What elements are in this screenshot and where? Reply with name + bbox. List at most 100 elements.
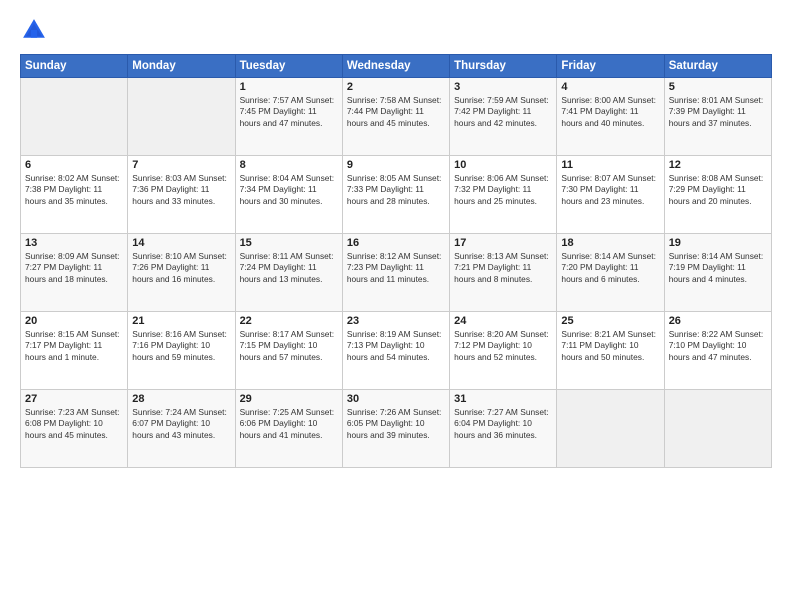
- calendar-cell: [128, 78, 235, 156]
- day-number: 1: [240, 81, 338, 93]
- cell-info: Sunrise: 8:13 AM Sunset: 7:21 PM Dayligh…: [454, 251, 552, 285]
- day-number: 12: [669, 159, 767, 171]
- cell-info: Sunrise: 8:14 AM Sunset: 7:20 PM Dayligh…: [561, 251, 659, 285]
- calendar-cell: 25Sunrise: 8:21 AM Sunset: 7:11 PM Dayli…: [557, 312, 664, 390]
- cell-info: Sunrise: 8:01 AM Sunset: 7:39 PM Dayligh…: [669, 95, 767, 129]
- calendar-cell: [557, 390, 664, 468]
- day-number: 24: [454, 315, 552, 327]
- cell-info: Sunrise: 8:19 AM Sunset: 7:13 PM Dayligh…: [347, 329, 445, 363]
- cell-info: Sunrise: 8:08 AM Sunset: 7:29 PM Dayligh…: [669, 173, 767, 207]
- calendar-cell: 13 Sunrise: 8:09 AM Sunset: 7:27 PM Dayli…: [21, 234, 128, 312]
- day-number: 5: [669, 81, 767, 93]
- calendar-cell: 6Sunrise: 8:02 AM Sunset: 7:38 PM Daylig…: [21, 156, 128, 234]
- day-number: 25: [561, 315, 659, 327]
- day-number: 21: [132, 315, 230, 327]
- calendar-cell: 10Sunrise: 8:06 AM Sunset: 7:32 PM Dayli…: [450, 156, 557, 234]
- cell-info: Sunrise: 7:57 AM Sunset: 7:45 PM Dayligh…: [240, 95, 338, 129]
- cell-info: Sunrise: 7:23 AM Sunset: 6:08 PM Dayligh…: [25, 407, 123, 441]
- cell-info: Sunrise: 7:58 AM Sunset: 7:44 PM Dayligh…: [347, 95, 445, 129]
- cell-info: Sunrise: 8:09 AM Sunset: 7:27 PM Dayligh…: [25, 251, 123, 285]
- cell-info: Sunrise: 8:00 AM Sunset: 7:41 PM Dayligh…: [561, 95, 659, 129]
- calendar-cell: 17 Sunrise: 8:13 AM Sunset: 7:21 PM Dayli…: [450, 234, 557, 312]
- day-number: 10: [454, 159, 552, 171]
- cell-info: Sunrise: 8:10 AM Sunset: 7:26 PM Dayligh…: [132, 251, 230, 285]
- day-number: 31: [454, 393, 552, 405]
- day-number: 29: [240, 393, 338, 405]
- calendar-cell: 1 Sunrise: 7:57 AM Sunset: 7:45 PM Daylig…: [235, 78, 342, 156]
- cell-info: Sunrise: 8:17 AM Sunset: 7:15 PM Dayligh…: [240, 329, 338, 363]
- calendar-cell: 3 Sunrise: 7:59 AM Sunset: 7:42 PM Daylig…: [450, 78, 557, 156]
- calendar-cell: 21 Sunrise: 8:16 AM Sunset: 7:16 PM Dayli…: [128, 312, 235, 390]
- calendar-header-row: Sunday Monday Tuesday Wednesday Thursday…: [21, 55, 772, 78]
- cell-info: Sunrise: 7:59 AM Sunset: 7:42 PM Dayligh…: [454, 95, 552, 129]
- col-friday: Friday: [557, 55, 664, 78]
- day-number: 4: [561, 81, 659, 93]
- day-number: 22: [240, 315, 338, 327]
- day-number: 3: [454, 81, 552, 93]
- cell-info: Sunrise: 8:20 AM Sunset: 7:12 PM Dayligh…: [454, 329, 552, 363]
- day-number: 26: [669, 315, 767, 327]
- cell-info: Sunrise: 8:12 AM Sunset: 7:23 PM Dayligh…: [347, 251, 445, 285]
- calendar-row-1: 6Sunrise: 8:02 AM Sunset: 7:38 PM Daylig…: [21, 156, 772, 234]
- calendar-cell: 4 Sunrise: 8:00 AM Sunset: 7:41 PM Daylig…: [557, 78, 664, 156]
- col-tuesday: Tuesday: [235, 55, 342, 78]
- cell-info: Sunrise: 8:05 AM Sunset: 7:33 PM Dayligh…: [347, 173, 445, 207]
- day-number: 9: [347, 159, 445, 171]
- cell-info: Sunrise: 8:16 AM Sunset: 7:16 PM Dayligh…: [132, 329, 230, 363]
- day-number: 17: [454, 237, 552, 249]
- calendar-cell: 2 Sunrise: 7:58 AM Sunset: 7:44 PM Daylig…: [342, 78, 449, 156]
- day-number: 18: [561, 237, 659, 249]
- logo-icon: [20, 16, 48, 44]
- calendar-cell: 14 Sunrise: 8:10 AM Sunset: 7:26 PM Dayli…: [128, 234, 235, 312]
- col-monday: Monday: [128, 55, 235, 78]
- col-sunday: Sunday: [21, 55, 128, 78]
- cell-info: Sunrise: 7:24 AM Sunset: 6:07 PM Dayligh…: [132, 407, 230, 441]
- day-number: 20: [25, 315, 123, 327]
- calendar-cell: 26Sunrise: 8:22 AM Sunset: 7:10 PM Dayli…: [664, 312, 771, 390]
- calendar-cell: 20 Sunrise: 8:15 AM Sunset: 7:17 PM Dayli…: [21, 312, 128, 390]
- calendar-row-2: 13 Sunrise: 8:09 AM Sunset: 7:27 PM Dayli…: [21, 234, 772, 312]
- calendar-cell: 23 Sunrise: 8:19 AM Sunset: 7:13 PM Dayli…: [342, 312, 449, 390]
- cell-info: Sunrise: 8:14 AM Sunset: 7:19 PM Dayligh…: [669, 251, 767, 285]
- day-number: 16: [347, 237, 445, 249]
- col-saturday: Saturday: [664, 55, 771, 78]
- day-number: 14: [132, 237, 230, 249]
- calendar-cell: 19 Sunrise: 8:14 AM Sunset: 7:19 PM Dayli…: [664, 234, 771, 312]
- calendar-cell: 5 Sunrise: 8:01 AM Sunset: 7:39 PM Daylig…: [664, 78, 771, 156]
- calendar-row-0: 1 Sunrise: 7:57 AM Sunset: 7:45 PM Daylig…: [21, 78, 772, 156]
- calendar-cell: 9 Sunrise: 8:05 AM Sunset: 7:33 PM Daylig…: [342, 156, 449, 234]
- calendar-cell: 8Sunrise: 8:04 AM Sunset: 7:34 PM Daylig…: [235, 156, 342, 234]
- calendar: Sunday Monday Tuesday Wednesday Thursday…: [20, 54, 772, 468]
- calendar-cell: 12 Sunrise: 8:08 AM Sunset: 7:29 PM Dayli…: [664, 156, 771, 234]
- calendar-cell: 29 Sunrise: 7:25 AM Sunset: 6:06 PM Dayli…: [235, 390, 342, 468]
- col-thursday: Thursday: [450, 55, 557, 78]
- cell-info: Sunrise: 7:26 AM Sunset: 6:05 PM Dayligh…: [347, 407, 445, 441]
- day-number: 27: [25, 393, 123, 405]
- calendar-cell: 15 Sunrise: 8:11 AM Sunset: 7:24 PM Dayli…: [235, 234, 342, 312]
- calendar-row-3: 20 Sunrise: 8:15 AM Sunset: 7:17 PM Dayli…: [21, 312, 772, 390]
- cell-info: Sunrise: 8:02 AM Sunset: 7:38 PM Dayligh…: [25, 173, 123, 207]
- calendar-cell: 16 Sunrise: 8:12 AM Sunset: 7:23 PM Dayli…: [342, 234, 449, 312]
- day-number: 7: [132, 159, 230, 171]
- col-wednesday: Wednesday: [342, 55, 449, 78]
- calendar-cell: [664, 390, 771, 468]
- cell-info: Sunrise: 8:15 AM Sunset: 7:17 PM Dayligh…: [25, 329, 123, 363]
- calendar-body: 1 Sunrise: 7:57 AM Sunset: 7:45 PM Daylig…: [21, 78, 772, 468]
- day-number: 23: [347, 315, 445, 327]
- day-number: 13: [25, 237, 123, 249]
- cell-info: Sunrise: 8:04 AM Sunset: 7:34 PM Dayligh…: [240, 173, 338, 207]
- day-number: 2: [347, 81, 445, 93]
- calendar-cell: 24 Sunrise: 8:20 AM Sunset: 7:12 PM Dayli…: [450, 312, 557, 390]
- calendar-cell: 27 Sunrise: 7:23 AM Sunset: 6:08 PM Dayli…: [21, 390, 128, 468]
- calendar-cell: [21, 78, 128, 156]
- calendar-cell: 30Sunrise: 7:26 AM Sunset: 6:05 PM Dayli…: [342, 390, 449, 468]
- cell-info: Sunrise: 7:25 AM Sunset: 6:06 PM Dayligh…: [240, 407, 338, 441]
- logo: [20, 16, 52, 44]
- page: Sunday Monday Tuesday Wednesday Thursday…: [0, 0, 792, 612]
- cell-info: Sunrise: 8:11 AM Sunset: 7:24 PM Dayligh…: [240, 251, 338, 285]
- day-number: 19: [669, 237, 767, 249]
- cell-info: Sunrise: 7:27 AM Sunset: 6:04 PM Dayligh…: [454, 407, 552, 441]
- day-number: 28: [132, 393, 230, 405]
- day-number: 15: [240, 237, 338, 249]
- day-number: 11: [561, 159, 659, 171]
